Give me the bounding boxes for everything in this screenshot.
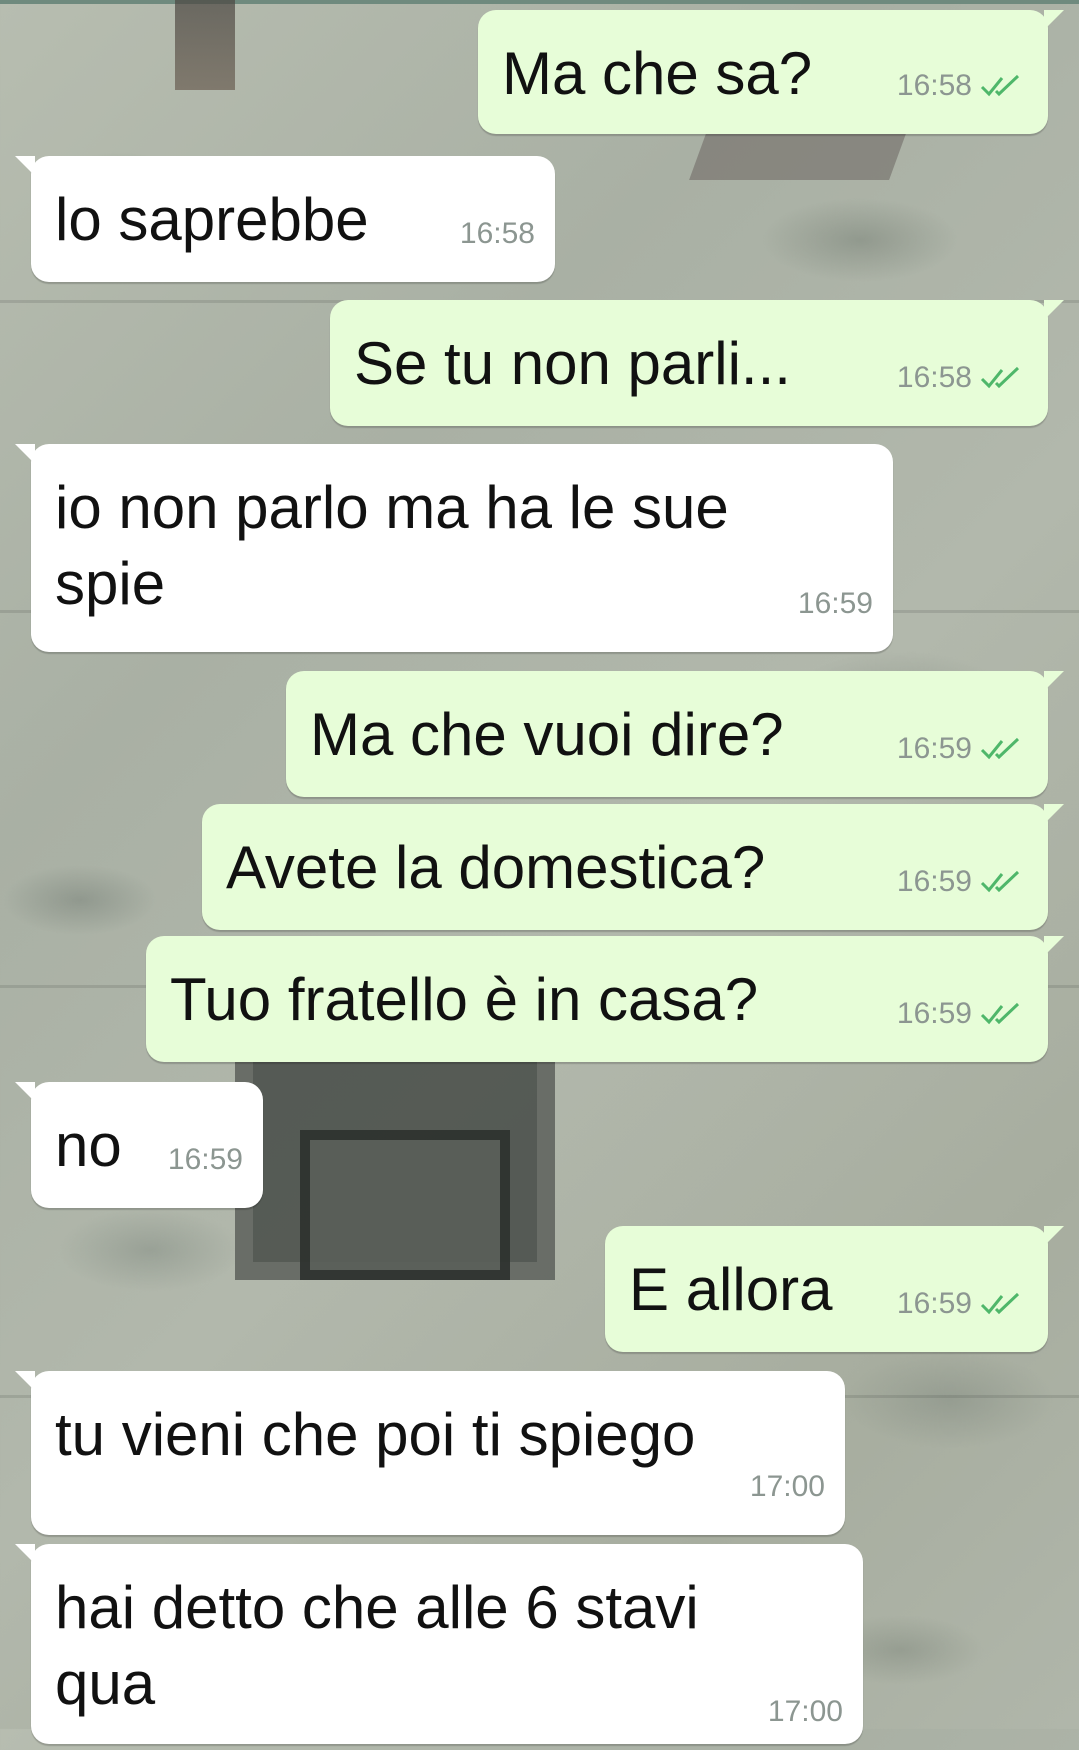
message-bubble[interactable]: tu vieni che poi ti spiego 17:00 xyxy=(15,1371,845,1535)
message-text: hai detto che alle 6 stavi qua xyxy=(55,1574,699,1717)
message-time: 17:00 xyxy=(767,1695,843,1728)
message-bubble[interactable]: no 16:59 xyxy=(15,1082,263,1208)
message-time: 17:00 xyxy=(749,1470,825,1503)
message-text: tu vieni che poi ti spiego xyxy=(55,1401,696,1468)
message-bubble[interactable]: io non parlo ma ha le sue spie 16:59 xyxy=(15,444,893,652)
message-meta: 16:58 xyxy=(897,48,1026,124)
message-bubble[interactable]: hai detto che alle 6 stavi qua 17:00 xyxy=(15,1544,863,1744)
double-check-icon xyxy=(980,1292,1020,1315)
message-time: 16:59 xyxy=(896,1287,972,1320)
message-time: 16:59 xyxy=(167,1143,243,1176)
message-time: 16:58 xyxy=(459,217,535,250)
message-text: Avete la domestica? xyxy=(226,834,766,901)
message-time: 16:59 xyxy=(896,732,972,765)
message-meta: 16:59 xyxy=(168,1122,243,1198)
message-meta: 16:59 xyxy=(897,1266,1026,1342)
double-check-icon xyxy=(980,366,1020,389)
double-check-icon xyxy=(980,737,1020,760)
message-bubble[interactable]: Ma che vuoi dire? 16:59 xyxy=(286,671,1064,797)
message-time: 16:59 xyxy=(797,587,873,620)
double-check-icon xyxy=(980,74,1020,97)
message-bubble[interactable]: Tuo fratello è in casa? 16:59 xyxy=(146,936,1064,1062)
message-bubble[interactable]: Avete la domestica? 16:59 xyxy=(202,804,1064,930)
wallpaper-shutter xyxy=(175,0,235,90)
message-text: lo saprebbe xyxy=(55,186,369,253)
message-time: 16:59 xyxy=(896,865,972,898)
message-text: no xyxy=(55,1112,122,1179)
message-meta: 16:59 xyxy=(798,566,873,642)
message-meta: 16:59 xyxy=(897,711,1026,787)
message-meta: 17:00 xyxy=(750,1449,825,1525)
message-meta: 16:58 xyxy=(460,196,535,272)
message-time: 16:58 xyxy=(896,69,972,102)
top-edge-bar xyxy=(0,0,1079,4)
message-bubble[interactable]: Ma che sa? 16:58 xyxy=(478,10,1064,134)
message-meta: 17:00 xyxy=(768,1674,843,1750)
message-text: Tuo fratello è in casa? xyxy=(170,966,759,1033)
message-bubble[interactable]: E allora 16:59 xyxy=(605,1226,1064,1352)
message-text: E allora xyxy=(629,1256,833,1323)
double-check-icon xyxy=(980,1002,1020,1025)
message-meta: 16:59 xyxy=(897,844,1026,920)
double-check-icon xyxy=(980,870,1020,893)
message-time: 16:59 xyxy=(896,997,972,1030)
message-time: 16:58 xyxy=(896,361,972,394)
message-bubble[interactable]: lo saprebbe 16:58 xyxy=(15,156,555,282)
message-text: Se tu non parli... xyxy=(354,330,791,397)
message-bubble[interactable]: Se tu non parli... 16:58 xyxy=(330,300,1064,426)
message-text: io non parlo ma ha le sue spie xyxy=(55,474,729,617)
message-text: Ma che sa? xyxy=(502,40,813,107)
message-meta: 16:59 xyxy=(897,976,1026,1052)
message-meta: 16:58 xyxy=(897,340,1026,416)
wallpaper-window-pane xyxy=(300,1130,510,1280)
message-text: Ma che vuoi dire? xyxy=(310,701,784,768)
